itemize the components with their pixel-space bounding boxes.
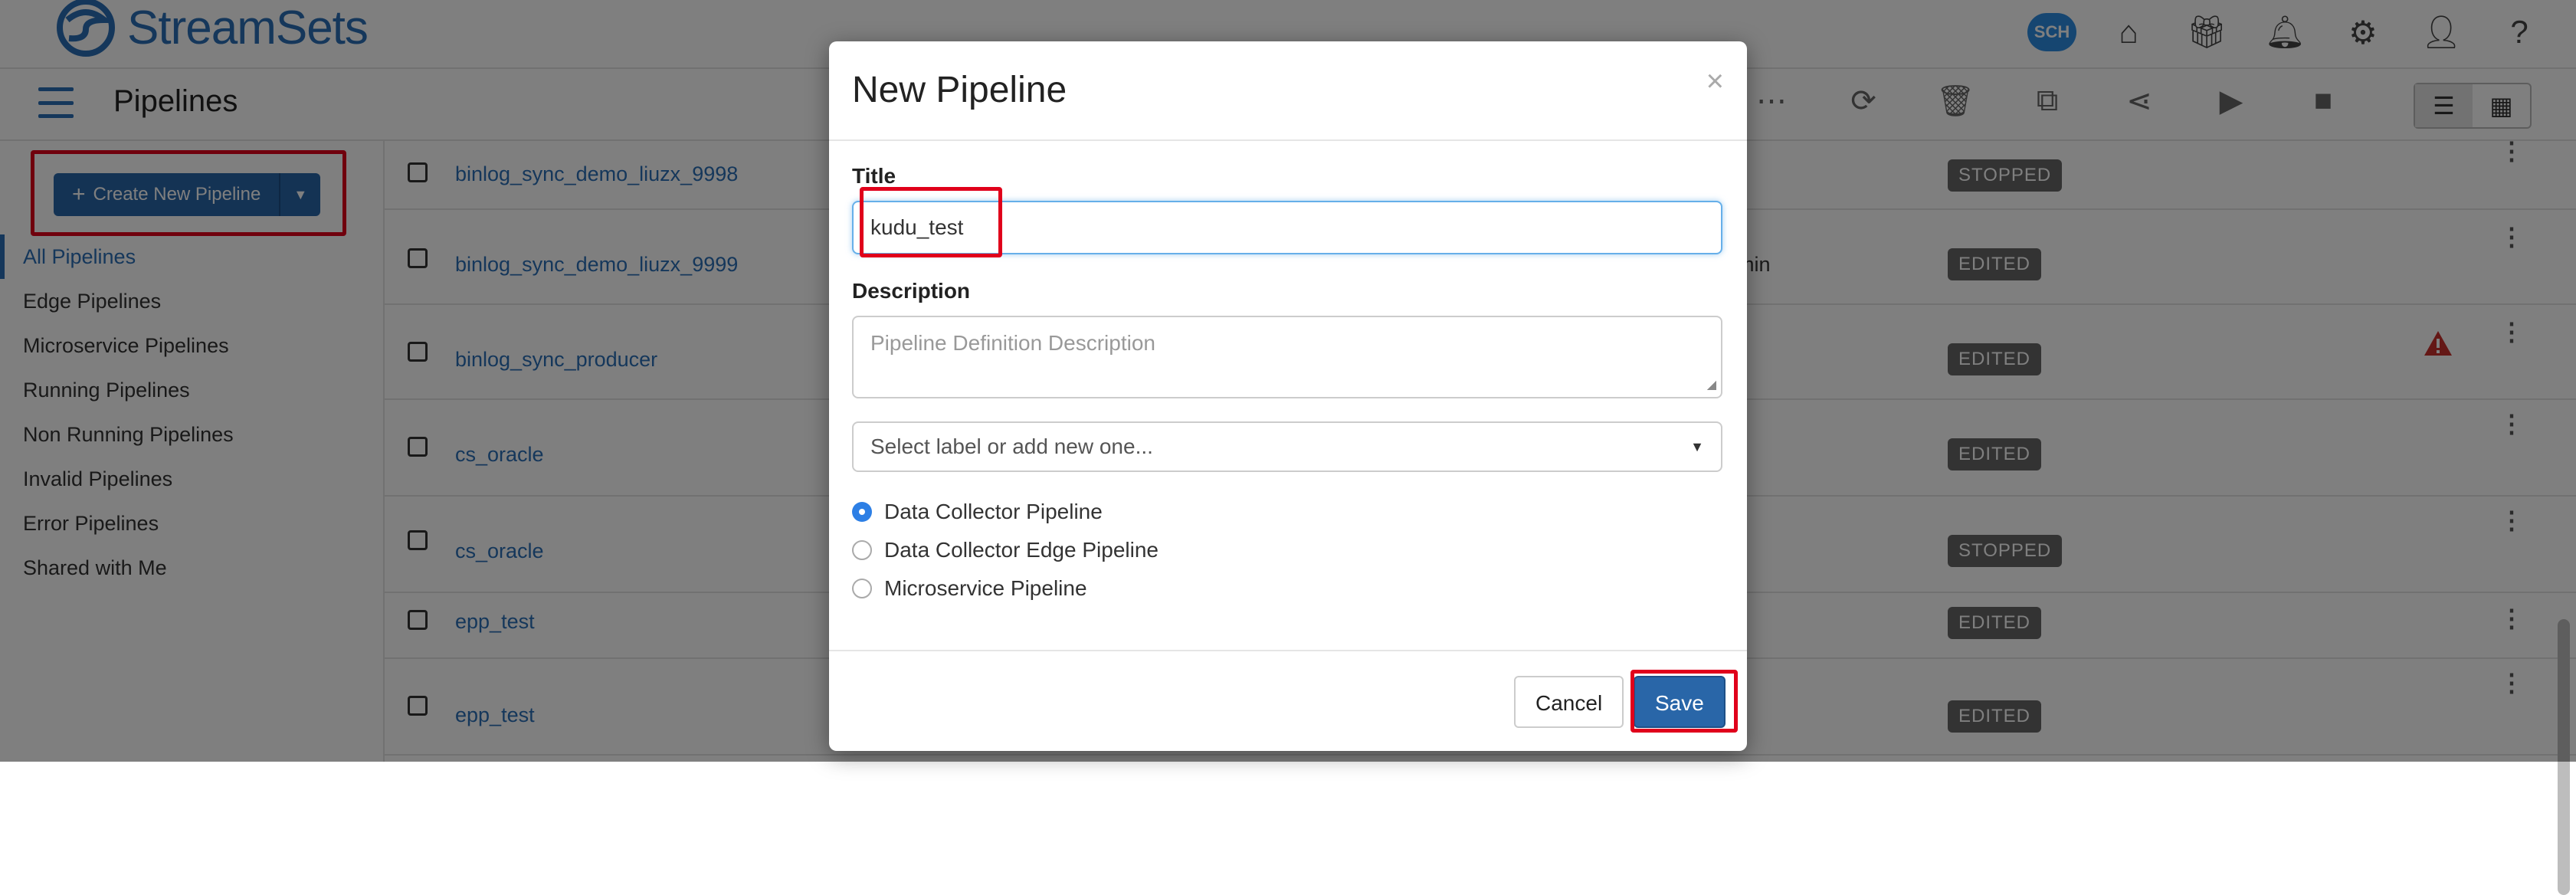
dialog-title: New Pipeline: [852, 70, 1067, 110]
dialog-footer: Cancel Save: [829, 650, 1747, 752]
close-icon[interactable]: ×: [1706, 64, 1724, 99]
radio-button-checked[interactable]: [852, 502, 872, 522]
radio-label: Microservice Pipeline: [884, 576, 1087, 600]
cancel-button[interactable]: Cancel: [1514, 676, 1624, 728]
title-label: Title: [852, 164, 896, 188]
radio-data-collector-edge-pipeline[interactable]: Data Collector Edge Pipeline: [852, 538, 1159, 562]
new-pipeline-dialog: New Pipeline × Title Description Pipelin…: [829, 41, 1747, 751]
radio-label: Data Collector Pipeline: [884, 500, 1103, 523]
radio-data-collector-pipeline[interactable]: Data Collector Pipeline: [852, 500, 1103, 524]
description-placeholder: Pipeline Definition Description: [870, 331, 1155, 355]
radio-microservice-pipeline[interactable]: Microservice Pipeline: [852, 576, 1087, 601]
radio-label: Data Collector Edge Pipeline: [884, 538, 1159, 562]
label-select-placeholder: Select label or add new one...: [870, 434, 1153, 458]
radio-button[interactable]: [852, 579, 872, 598]
radio-button[interactable]: [852, 540, 872, 560]
save-button[interactable]: Save: [1634, 676, 1726, 728]
description-label: Description: [852, 279, 971, 303]
label-select[interactable]: Select label or add new one... ▼: [852, 421, 1722, 472]
title-input[interactable]: [852, 201, 1722, 254]
description-textarea[interactable]: Pipeline Definition Description ◢: [852, 316, 1722, 398]
caret-down-icon: ▼: [1690, 438, 1704, 454]
dialog-header: New Pipeline ×: [829, 41, 1747, 141]
resize-handle-icon[interactable]: ◢: [1707, 377, 1716, 392]
